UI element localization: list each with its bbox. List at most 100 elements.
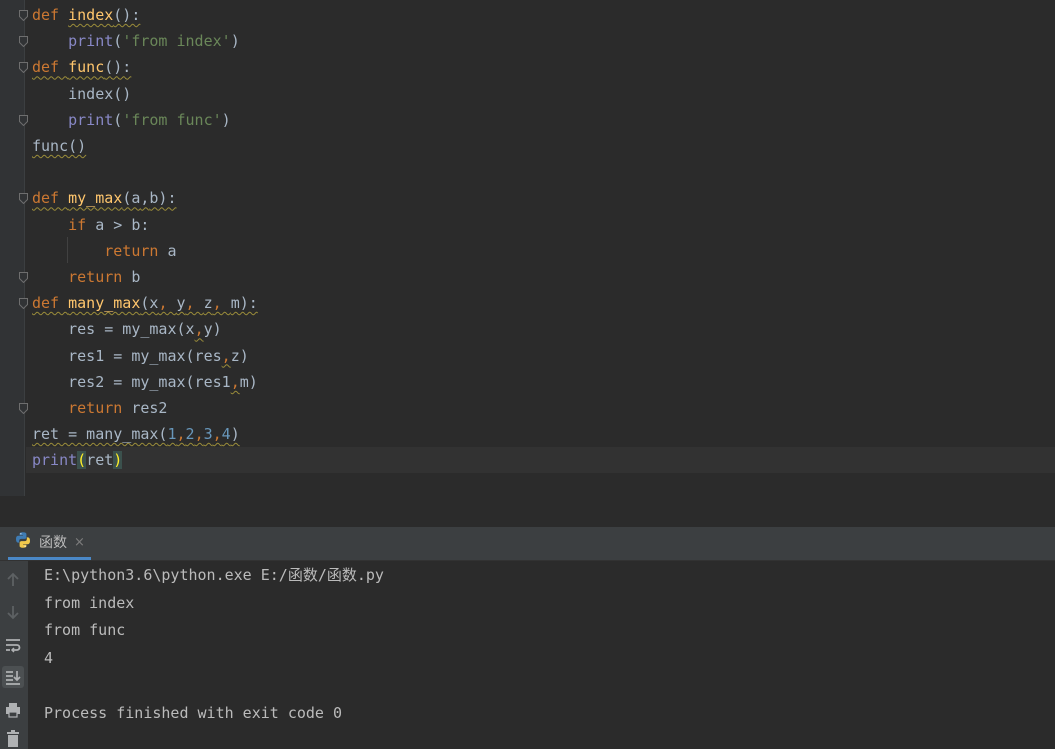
scroll-down-icon[interactable] <box>2 601 24 623</box>
code-token: index() <box>32 84 132 103</box>
code-token: , <box>212 294 231 313</box>
console-output-line: from func <box>44 621 126 639</box>
delete-icon[interactable] <box>2 727 24 749</box>
code-token: 'from index' <box>122 32 231 51</box>
code-token: 3 <box>203 425 213 444</box>
scroll-to-end-icon[interactable] <box>2 666 24 688</box>
code-token: func() <box>32 137 87 155</box>
code-line[interactable]: return a <box>32 238 177 264</box>
code-token: return <box>104 241 168 260</box>
code-line[interactable]: if a > b: <box>32 212 149 238</box>
code-token: def <box>32 6 69 24</box>
python-icon <box>14 531 32 553</box>
code-line[interactable]: func() <box>32 133 86 159</box>
code-token: , <box>176 425 186 444</box>
run-tab-label: 函数 <box>39 535 67 551</box>
console-output-line: Process finished with exit code 0 <box>44 703 343 722</box>
code-token: def <box>32 58 69 77</box>
console-output-line: E:\python3.6\python.exe E:/函数/函数.py <box>44 566 384 584</box>
code-token: ( <box>113 110 123 129</box>
code-token: b): <box>149 189 177 208</box>
code-token: ) <box>230 425 240 444</box>
code-token: res2 = my_max(res1 <box>32 372 231 391</box>
rerun-up-icon[interactable] <box>2 569 24 591</box>
code-token: my_max <box>68 189 123 208</box>
run-console[interactable]: E:\python3.6\python.exe E:/函数/函数.py from … <box>29 561 1055 749</box>
code-token: y <box>176 294 186 313</box>
code-line[interactable]: print('from index') <box>32 28 240 54</box>
code-token: , <box>230 372 240 391</box>
code-area[interactable]: def index(): print('from index') def func… <box>0 0 1055 496</box>
code-token: many_max <box>68 294 141 313</box>
code-line[interactable]: def my_max(a,b): <box>32 185 177 211</box>
code-token: , <box>221 346 231 365</box>
code-token: , <box>194 320 204 339</box>
code-token: index <box>68 6 114 24</box>
code-token: (): <box>104 58 132 77</box>
code-line[interactable]: print(ret) <box>32 447 123 473</box>
code-line[interactable]: def func(): <box>32 54 131 80</box>
code-token: ( <box>77 451 87 470</box>
code-token: res = my_max(x <box>32 320 195 339</box>
code-token: z <box>203 294 213 313</box>
close-icon[interactable]: × <box>74 535 85 550</box>
code-token: ) <box>221 110 231 129</box>
code-token: , <box>185 294 204 313</box>
code-token: (a <box>122 189 141 208</box>
run-tab[interactable]: 函数 × <box>8 527 91 560</box>
code-token: res1 = my_max(res <box>32 346 222 365</box>
code-token: 1 <box>167 425 177 444</box>
code-line[interactable]: res2 = my_max(res1,m) <box>32 369 258 395</box>
code-line[interactable]: ret = many_max(1,2,3,4) <box>32 421 240 447</box>
soft-wrap-icon[interactable] <box>2 634 24 656</box>
code-token: m): <box>230 294 258 313</box>
code-editor[interactable]: def index(): print('from index') def func… <box>0 0 1055 496</box>
code-token: a <box>167 241 177 260</box>
run-toolbar <box>0 561 28 749</box>
code-token: b <box>131 268 141 286</box>
code-line[interactable]: res1 = my_max(res,z) <box>32 343 249 369</box>
code-token: print <box>68 110 114 129</box>
code-token: ) <box>230 32 240 51</box>
print-icon[interactable] <box>2 699 24 721</box>
run-panel-header: 函数 × <box>0 527 1055 561</box>
code-token: a > b: <box>95 215 150 234</box>
code-token: m) <box>239 372 258 391</box>
code-token: ) <box>113 451 123 470</box>
code-token: ( <box>113 32 123 51</box>
code-token: y) <box>203 320 222 339</box>
code-token: (): <box>113 6 141 24</box>
code-token: z) <box>230 346 249 365</box>
code-line[interactable]: res = my_max(x,y) <box>32 316 222 342</box>
code-token: if <box>68 215 96 234</box>
code-token: print <box>68 32 114 51</box>
code-line[interactable]: def many_max(x, y, z, m): <box>32 290 258 316</box>
code-token: return <box>68 399 132 417</box>
code-token: def <box>32 189 69 208</box>
code-line[interactable]: print('from func') <box>32 107 231 133</box>
code-token: , <box>212 425 222 444</box>
code-line[interactable]: index() <box>32 81 131 107</box>
code-token: return <box>68 268 132 286</box>
code-token: def <box>32 294 69 313</box>
console-output-line: from index <box>44 593 135 612</box>
code-token: func <box>68 58 105 77</box>
code-token: 'from func' <box>122 110 222 129</box>
console-output-line: 4 <box>44 648 54 667</box>
code-token: res2 <box>131 399 168 417</box>
code-token: (x <box>140 294 159 313</box>
code-token: ret <box>86 451 114 470</box>
code-line[interactable]: return res2 <box>32 395 167 421</box>
code-token: , <box>158 294 177 313</box>
code-token: ret = many_max( <box>32 425 168 444</box>
code-token: 2 <box>185 425 195 444</box>
code-line[interactable]: def index(): <box>32 2 140 28</box>
code-token: , <box>194 425 204 444</box>
code-line[interactable]: return b <box>32 264 140 290</box>
